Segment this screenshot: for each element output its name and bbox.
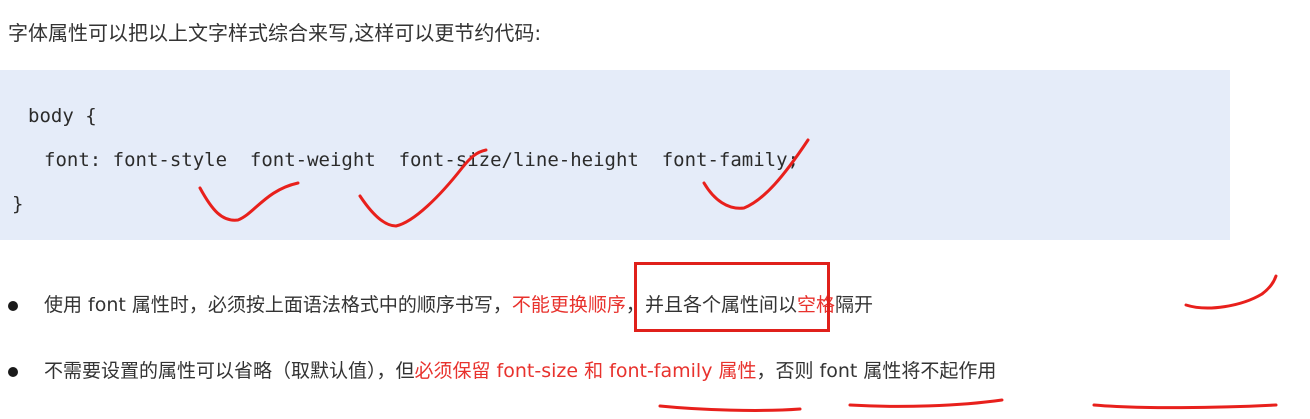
annotation-box <box>634 262 830 332</box>
code-line-selector: body { <box>28 105 97 127</box>
annotation-underline-tail <box>1092 403 1278 410</box>
bullet-text-before: 使用 font 属性时，必须按上面语法格式中的顺序书写 <box>44 294 493 316</box>
code-line-font-shorthand: font: font-style font-weight font-size/l… <box>44 149 799 171</box>
bullet-highlight-required: 必须保留 font-size 和 font-family 属性 <box>414 360 757 382</box>
bullet-text-before: 不需要设置的属性可以省略（取默认值），但 <box>44 360 415 382</box>
annotation-underline-font-family <box>848 398 1004 408</box>
bullet-dot-icon <box>8 301 18 311</box>
bullet-comma: ， <box>492 294 512 316</box>
bullet-highlight-order: 不能更换顺序 <box>511 294 626 316</box>
bullet-text-after: ，否则 font 属性将不起作用 <box>756 360 997 382</box>
annotation-underline-row1-end <box>1184 274 1278 310</box>
bullet-text: 不需要设置的属性可以省略（取默认值），但必须保留 font-size 和 fon… <box>44 355 996 387</box>
bullet-dot-icon <box>8 367 18 377</box>
annotation-underline-font-size <box>658 404 802 412</box>
bullet-text-after: 隔开 <box>834 294 873 316</box>
intro-text: 字体属性可以把以上文字样式综合来写,这样可以更节约代码: <box>8 21 542 45</box>
code-line-closing-brace: } <box>12 193 24 215</box>
